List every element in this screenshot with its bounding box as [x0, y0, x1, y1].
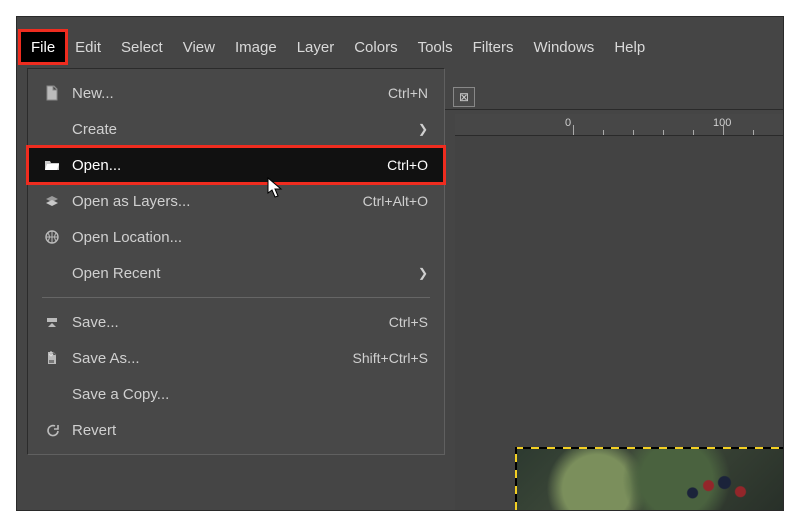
selection-border-left	[515, 447, 517, 510]
menu-windows[interactable]: Windows	[523, 32, 604, 62]
menu-item-save-as[interactable]: Save As... Shift+Ctrl+S	[28, 340, 444, 376]
menu-item-shortcut: Ctrl+N	[388, 85, 428, 101]
menu-item-new[interactable]: New... Ctrl+N	[28, 75, 444, 111]
file-menu-dropdown: New... Ctrl+N Create ❯ Open... Ctrl+O Op…	[27, 68, 445, 455]
menu-view[interactable]: View	[173, 32, 225, 62]
menu-item-shortcut: Ctrl+S	[389, 314, 428, 330]
document-close-button[interactable]: ⊠	[453, 87, 475, 107]
menu-item-shortcut: Ctrl+Alt+O	[363, 193, 428, 209]
save-as-icon	[40, 350, 64, 366]
menu-help[interactable]: Help	[604, 32, 655, 62]
horizontal-ruler[interactable]: 0 100	[455, 114, 783, 136]
menu-item-label: Open...	[64, 157, 387, 174]
menu-item-label: Revert	[64, 422, 428, 439]
ruler-tick	[693, 130, 694, 135]
menu-colors[interactable]: Colors	[344, 32, 407, 62]
ruler-tick	[723, 125, 724, 135]
menu-layer[interactable]: Layer	[287, 32, 345, 62]
menu-item-shortcut: Ctrl+O	[387, 157, 428, 173]
ruler-tick	[633, 130, 634, 135]
globe-icon	[40, 229, 64, 245]
menu-item-save[interactable]: Save... Ctrl+S	[28, 304, 444, 340]
tab-separator	[445, 109, 783, 110]
menu-item-open-location[interactable]: Open Location...	[28, 219, 444, 255]
menu-item-open-recent[interactable]: Open Recent ❯	[28, 255, 444, 291]
menu-item-label: Save...	[64, 314, 389, 331]
menu-item-label: Save a Copy...	[64, 386, 428, 403]
menu-bar: File Edit Select View Image Layer Colors…	[17, 30, 659, 64]
app-window: File Edit Select View Image Layer Colors…	[16, 16, 784, 511]
menu-item-label: Create	[64, 121, 414, 138]
file-new-icon	[40, 85, 64, 101]
menu-separator	[42, 297, 430, 298]
folder-open-icon	[40, 157, 64, 173]
ruler-tick	[573, 125, 574, 135]
menu-item-create[interactable]: Create ❯	[28, 111, 444, 147]
menu-select[interactable]: Select	[111, 32, 173, 62]
menu-filters[interactable]: Filters	[463, 32, 524, 62]
save-icon	[40, 314, 64, 330]
menu-file[interactable]: File	[21, 32, 65, 62]
revert-icon	[40, 422, 64, 438]
chevron-right-icon: ❯	[414, 122, 428, 136]
menu-edit[interactable]: Edit	[65, 32, 111, 62]
menu-item-label: New...	[64, 85, 388, 102]
ruler-label-0: 0	[565, 117, 571, 129]
menu-item-shortcut: Shift+Ctrl+S	[353, 350, 428, 366]
menu-item-label: Open as Layers...	[64, 193, 363, 210]
selection-border-top	[515, 447, 783, 449]
menu-item-save-a-copy[interactable]: Save a Copy...	[28, 376, 444, 412]
menu-item-label: Save As...	[64, 350, 353, 367]
layers-icon	[40, 193, 64, 209]
menu-item-revert[interactable]: Revert	[28, 412, 444, 448]
menu-tools[interactable]: Tools	[408, 32, 463, 62]
ruler-tick	[663, 130, 664, 135]
menu-item-label: Open Recent	[64, 265, 414, 282]
menu-image[interactable]: Image	[225, 32, 287, 62]
menu-item-label: Open Location...	[64, 229, 428, 246]
ruler-tick	[753, 130, 754, 135]
image-canvas[interactable]	[515, 447, 783, 510]
ruler-tick	[603, 130, 604, 135]
menu-item-open-as-layers[interactable]: Open as Layers... Ctrl+Alt+O	[28, 183, 444, 219]
menu-item-open[interactable]: Open... Ctrl+O	[28, 147, 444, 183]
close-icon: ⊠	[459, 90, 469, 104]
chevron-right-icon: ❯	[414, 266, 428, 280]
